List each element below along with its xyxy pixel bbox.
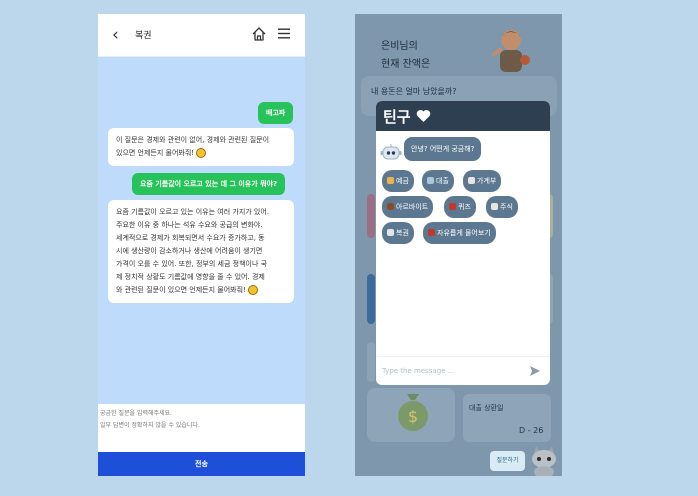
loan-label: 대출 상환일: [469, 404, 504, 412]
bot-message-line: 시에 생산량이 감소하거나 생산에 어려움이 생기면: [116, 247, 263, 255]
person-icon: [387, 203, 394, 210]
smile-emoji-icon: [196, 148, 207, 158]
balance-heading: 은비님의 현재 잔액은: [381, 38, 430, 74]
chip-stocks[interactable]: 주식: [486, 196, 518, 218]
chip-deposit[interactable]: 예금: [382, 170, 414, 192]
bot-message-line: 이 질문은 경제와 관련이 없어, 경제와 관련된 질문이: [116, 136, 270, 144]
cat-mascot-icon[interactable]: [528, 444, 560, 476]
ticket-icon: [387, 229, 394, 236]
loan-dday: D - 26: [519, 426, 544, 435]
bot-message-line: 제 정치적 상황도 기름값에 영향을 줄 수 있어. 경제: [116, 273, 265, 281]
user-message: 요즘 기름값이 오르고 있는 데 그 이유가 뭐야?: [132, 173, 286, 195]
svg-text:$: $: [408, 407, 418, 426]
chip-lottery[interactable]: 복권: [382, 222, 414, 244]
app-header: ‹ 복권: [98, 14, 305, 57]
bot-greeting-message: 안녕? 어떤게 궁금해?: [404, 137, 482, 161]
home-screen-right: 은비님의 현재 잔액은 내 용돈은 얼마 남았을까? $ 대출 상환일 D - …: [355, 14, 562, 476]
balance-heading-line: 은비님의: [381, 41, 418, 52]
bot-message-line: 가격이 오를 수 있어. 또한, 정부의 세금 정책이나 국: [116, 260, 268, 268]
chatbot-header: 틴구: [376, 101, 550, 131]
pin-icon: [428, 229, 435, 236]
menu-icon[interactable]: [278, 28, 290, 39]
bot-message-text: 있으면 언제든지 물어봐줘!: [116, 149, 195, 157]
bot-message-text: 와 관련된 질문이 있으면 언제든지 물어봐줘!: [116, 286, 246, 294]
message-input[interactable]: 궁금한 질문을 입력해주세요. 일부 답변이 정확하지 않을 수 있습니다.: [98, 404, 305, 452]
chip-label: 퀴즈: [458, 203, 471, 211]
calendar-icon: [468, 177, 475, 184]
moneybag-icon: [387, 177, 394, 184]
piggy-icon: [427, 177, 434, 184]
page-title: 복권: [135, 31, 152, 41]
input-placeholder: 궁금한 질문을 입력해주세요.: [100, 410, 172, 417]
user-message: 배고파: [258, 102, 294, 124]
chip-quiz[interactable]: 퀴즈: [444, 196, 476, 218]
bot-message-line: 와 관련된 질문이 있으면 언제든지 물어봐줘!: [116, 284, 286, 297]
bot-message: 요즘 기름값이 오르고 있는 이유는 여러 가지가 있어. 주요한 이유 중 하…: [108, 200, 294, 303]
input-notice: 일부 답변이 정확하지 않을 수 있습니다.: [100, 422, 200, 429]
chatbot-input-placeholder: Type the message ...: [382, 367, 455, 375]
send-icon[interactable]: [529, 365, 541, 377]
chip-label: 가계부: [477, 177, 497, 185]
back-icon[interactable]: ‹: [112, 26, 119, 44]
chart-icon: [491, 203, 498, 210]
bot-message: 이 질문은 경제와 관련이 없어, 경제와 관련된 질문이 있으면 언제든지 물…: [108, 128, 294, 166]
smile-emoji-icon: [248, 285, 259, 295]
bot-message-line: 요즘 기름값이 오르고 있는 이유는 여러 가지가 있어.: [116, 208, 270, 216]
chatbot-modal: 틴구 안녕? 어떤게 궁금해? 예금 대출 가계부 아르바이트 퀴즈 주식 복권…: [376, 101, 550, 385]
chip-label: 예금: [396, 177, 409, 185]
chip-label: 아르바이트: [396, 203, 429, 211]
chatbot-message-input[interactable]: Type the message ...: [376, 356, 550, 385]
menu-tile[interactable]: [367, 274, 375, 324]
send-button[interactable]: 전송: [98, 452, 305, 476]
money-bag-icon: $: [398, 394, 428, 431]
chip-part-time-job[interactable]: 아르바이트: [382, 196, 434, 218]
bot-message-line: 세계적으로 경제가 회복되면서 수요가 증가하고, 동: [116, 234, 265, 242]
robot-avatar-icon: [380, 144, 402, 160]
quiz-icon: [449, 203, 456, 210]
chip-budget-book[interactable]: 가계부: [463, 170, 502, 192]
home-icon[interactable]: [251, 26, 267, 42]
chip-label: 주식: [500, 203, 513, 211]
chatbot-title: 틴구: [383, 108, 411, 126]
kid-character-icon: [491, 30, 530, 72]
bot-message-line: 주요한 이유 중 하나는 석유 수요와 공급의 변화야.: [116, 221, 263, 229]
bot-message-line: 있으면 언제든지 물어봐줘!: [116, 147, 286, 160]
chip-label: 자유롭게 물어보기: [437, 229, 491, 237]
chip-label: 복권: [396, 229, 409, 237]
allowance-question: 내 용돈은 얼마 남았을까?: [371, 87, 457, 96]
balance-heading-line: 현재 잔액은: [381, 59, 431, 70]
ask-question-button[interactable]: 질문하기: [490, 451, 525, 471]
chat-screen-left: ‹ 복권 배고파 이 질문은 경제와 관련이 없어, 경제와 관련된 질문이 있…: [98, 14, 305, 476]
chip-label: 대출: [436, 177, 449, 185]
heart-icon: [416, 110, 431, 122]
menu-tile[interactable]: [367, 342, 375, 382]
chip-free-question[interactable]: 자유롭게 물어보기: [423, 222, 496, 244]
chip-loan[interactable]: 대출: [422, 170, 454, 192]
menu-tile[interactable]: [367, 194, 375, 238]
